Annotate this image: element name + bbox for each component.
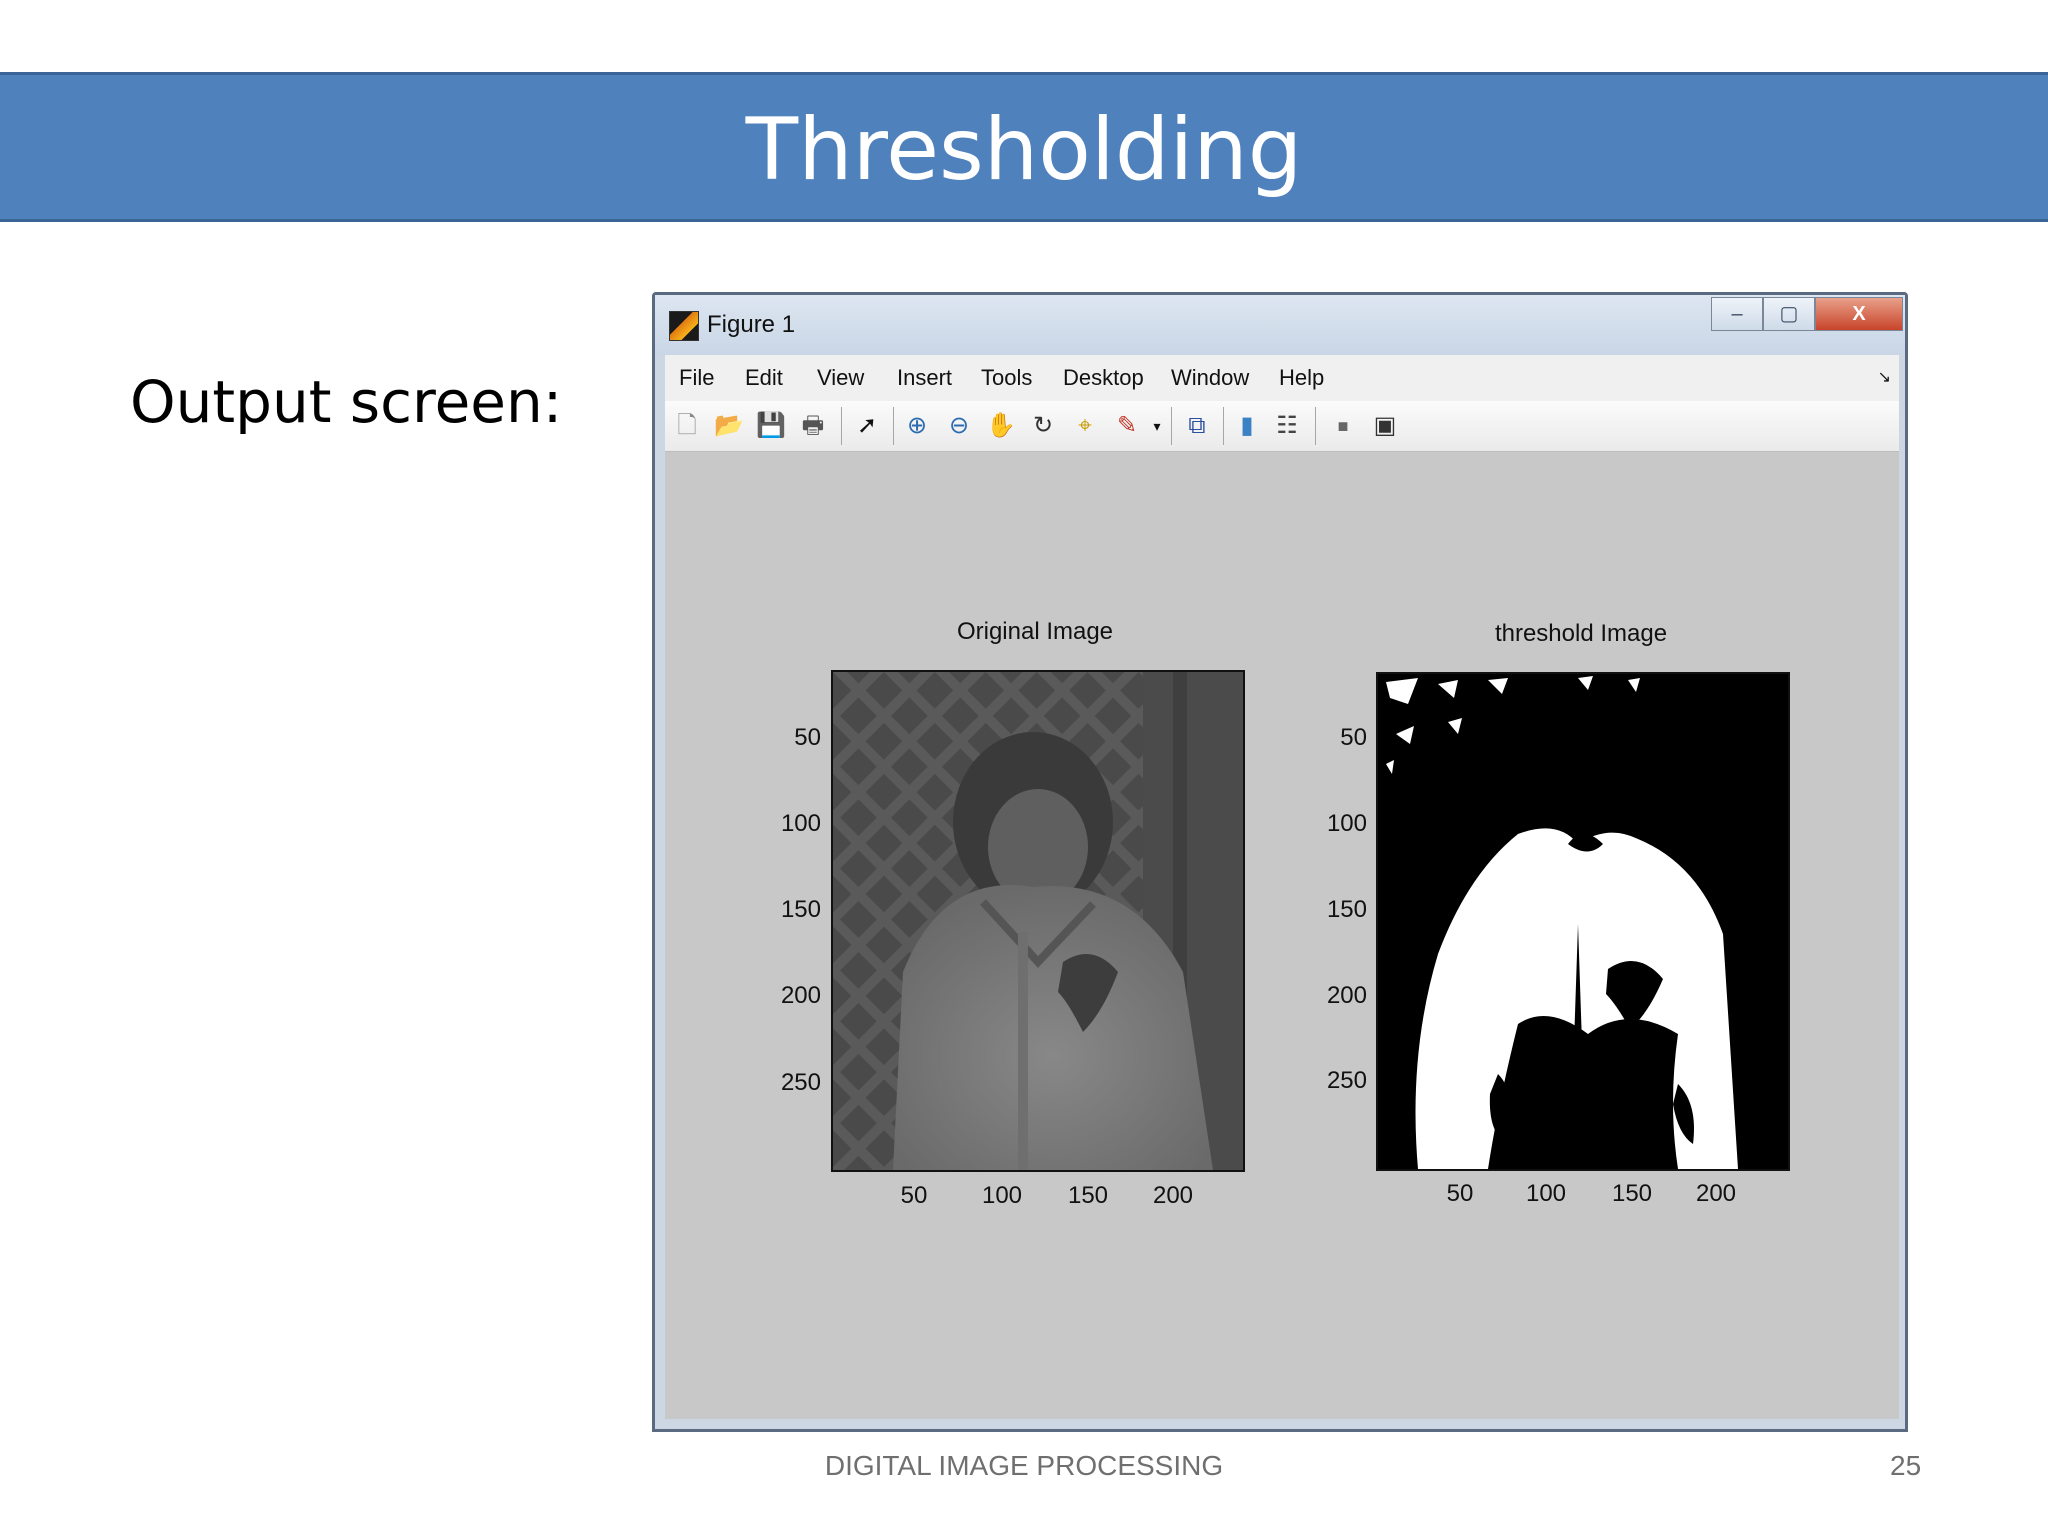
xtick-label: 50 [1446, 1180, 1474, 1207]
ytick-label: 100 [780, 810, 821, 837]
hide-plot-tools-icon[interactable]: ■ [1327, 410, 1359, 442]
menu-file[interactable]: File [679, 365, 714, 391]
new-figure-icon[interactable]: 🗋 [671, 410, 703, 442]
ytick-label: 200 [1326, 982, 1367, 1009]
toolbar-separator [1171, 407, 1172, 445]
window-title: Figure 1 [707, 311, 796, 338]
edit-plot-arrow-icon[interactable]: ➚ [851, 410, 883, 442]
maximize-button[interactable]: ▢ [1763, 297, 1815, 331]
xtick-label: 200 [1152, 1182, 1194, 1209]
figure-canvas: Original Image 50 100 150 200 250 50 100… [665, 452, 1899, 1419]
ytick-label: 50 [1340, 724, 1367, 751]
ytick-label: 50 [794, 724, 821, 751]
original-image-axes[interactable] [831, 670, 1245, 1172]
open-file-icon[interactable]: 📂 [713, 410, 745, 442]
axes-title-threshold: threshold Image [1494, 620, 1668, 647]
axes-title-original: Original Image [956, 618, 1114, 645]
window-titlebar[interactable]: Figure 1 – ▢ X [655, 295, 1905, 355]
menu-help[interactable]: Help [1279, 365, 1324, 391]
menu-insert[interactable]: Insert [897, 365, 952, 391]
page-number: 25 [1890, 1450, 1922, 1481]
title-banner: Thresholding [0, 72, 2048, 222]
xtick-label: 200 [1695, 1180, 1737, 1207]
slide-title: Thresholding [745, 100, 1303, 200]
toolbar-separator [841, 407, 842, 445]
xtick-label: 150 [1611, 1180, 1653, 1207]
figure-toolbar: 🗋 📂 💾 🖶 ➚ ⊕ ⊖ ✋ ↻ ⌖ ✎ ▾ ⧉ ▮ ☷ ■ ▣ [665, 401, 1899, 452]
xtick-label: 100 [1525, 1180, 1567, 1207]
ytick-label: 150 [1326, 896, 1367, 923]
menu-view[interactable]: View [817, 365, 864, 391]
save-icon[interactable]: 💾 [755, 410, 787, 442]
slide-footer: DIGITAL IMAGE PROCESSING [824, 1450, 1224, 1481]
xtick-label: 150 [1067, 1182, 1109, 1209]
threshold-image-axes[interactable] [1376, 672, 1790, 1171]
brush-dropdown-chevron-down-icon[interactable]: ▾ [1141, 410, 1173, 442]
ytick-label: 100 [1326, 810, 1367, 837]
print-icon[interactable]: 🖶 [797, 410, 829, 442]
xtick-label: 50 [900, 1182, 928, 1209]
toolbar-separator [1315, 407, 1316, 445]
show-plot-tools-icon[interactable]: ▣ [1369, 410, 1401, 442]
colorbar-icon[interactable]: ▮ [1231, 410, 1263, 442]
figure-window: Figure 1 – ▢ X File Edit View Insert Too… [652, 292, 1908, 1432]
ytick-label: 250 [780, 1069, 821, 1096]
link-plot-icon[interactable]: ⧉ [1181, 410, 1213, 442]
menu-bar: File Edit View Insert Tools Desktop Wind… [665, 355, 1899, 402]
window-controls: – ▢ X [1711, 297, 1903, 333]
menu-desktop[interactable]: Desktop [1063, 365, 1144, 391]
ytick-label: 250 [1326, 1067, 1367, 1094]
menu-edit[interactable]: Edit [745, 365, 783, 391]
ytick-label: 200 [780, 982, 821, 1009]
rotate-3d-icon[interactable]: ↻ [1027, 410, 1059, 442]
menu-dock-arrow-icon[interactable]: ↘ [1878, 367, 1891, 387]
output-screen-label: Output screen: [130, 368, 563, 436]
ytick-label: 150 [780, 896, 821, 923]
menu-tools[interactable]: Tools [981, 365, 1032, 391]
minimize-button[interactable]: – [1711, 297, 1763, 331]
zoom-out-icon[interactable]: ⊖ [943, 410, 975, 442]
brush-icon[interactable]: ✎ [1111, 410, 1143, 442]
legend-icon[interactable]: ☷ [1271, 410, 1303, 442]
zoom-in-icon[interactable]: ⊕ [901, 410, 933, 442]
toolbar-separator [893, 407, 894, 445]
menu-window[interactable]: Window [1171, 365, 1249, 391]
toolbar-separator [1223, 407, 1224, 445]
original-grayscale-image [833, 672, 1243, 1170]
data-cursor-icon[interactable]: ⌖ [1069, 410, 1101, 442]
close-button[interactable]: X [1815, 297, 1903, 331]
xtick-label: 100 [981, 1182, 1023, 1209]
pan-hand-icon[interactable]: ✋ [985, 410, 1017, 442]
matlab-logo-icon [669, 311, 699, 341]
threshold-binary-image [1378, 674, 1788, 1169]
